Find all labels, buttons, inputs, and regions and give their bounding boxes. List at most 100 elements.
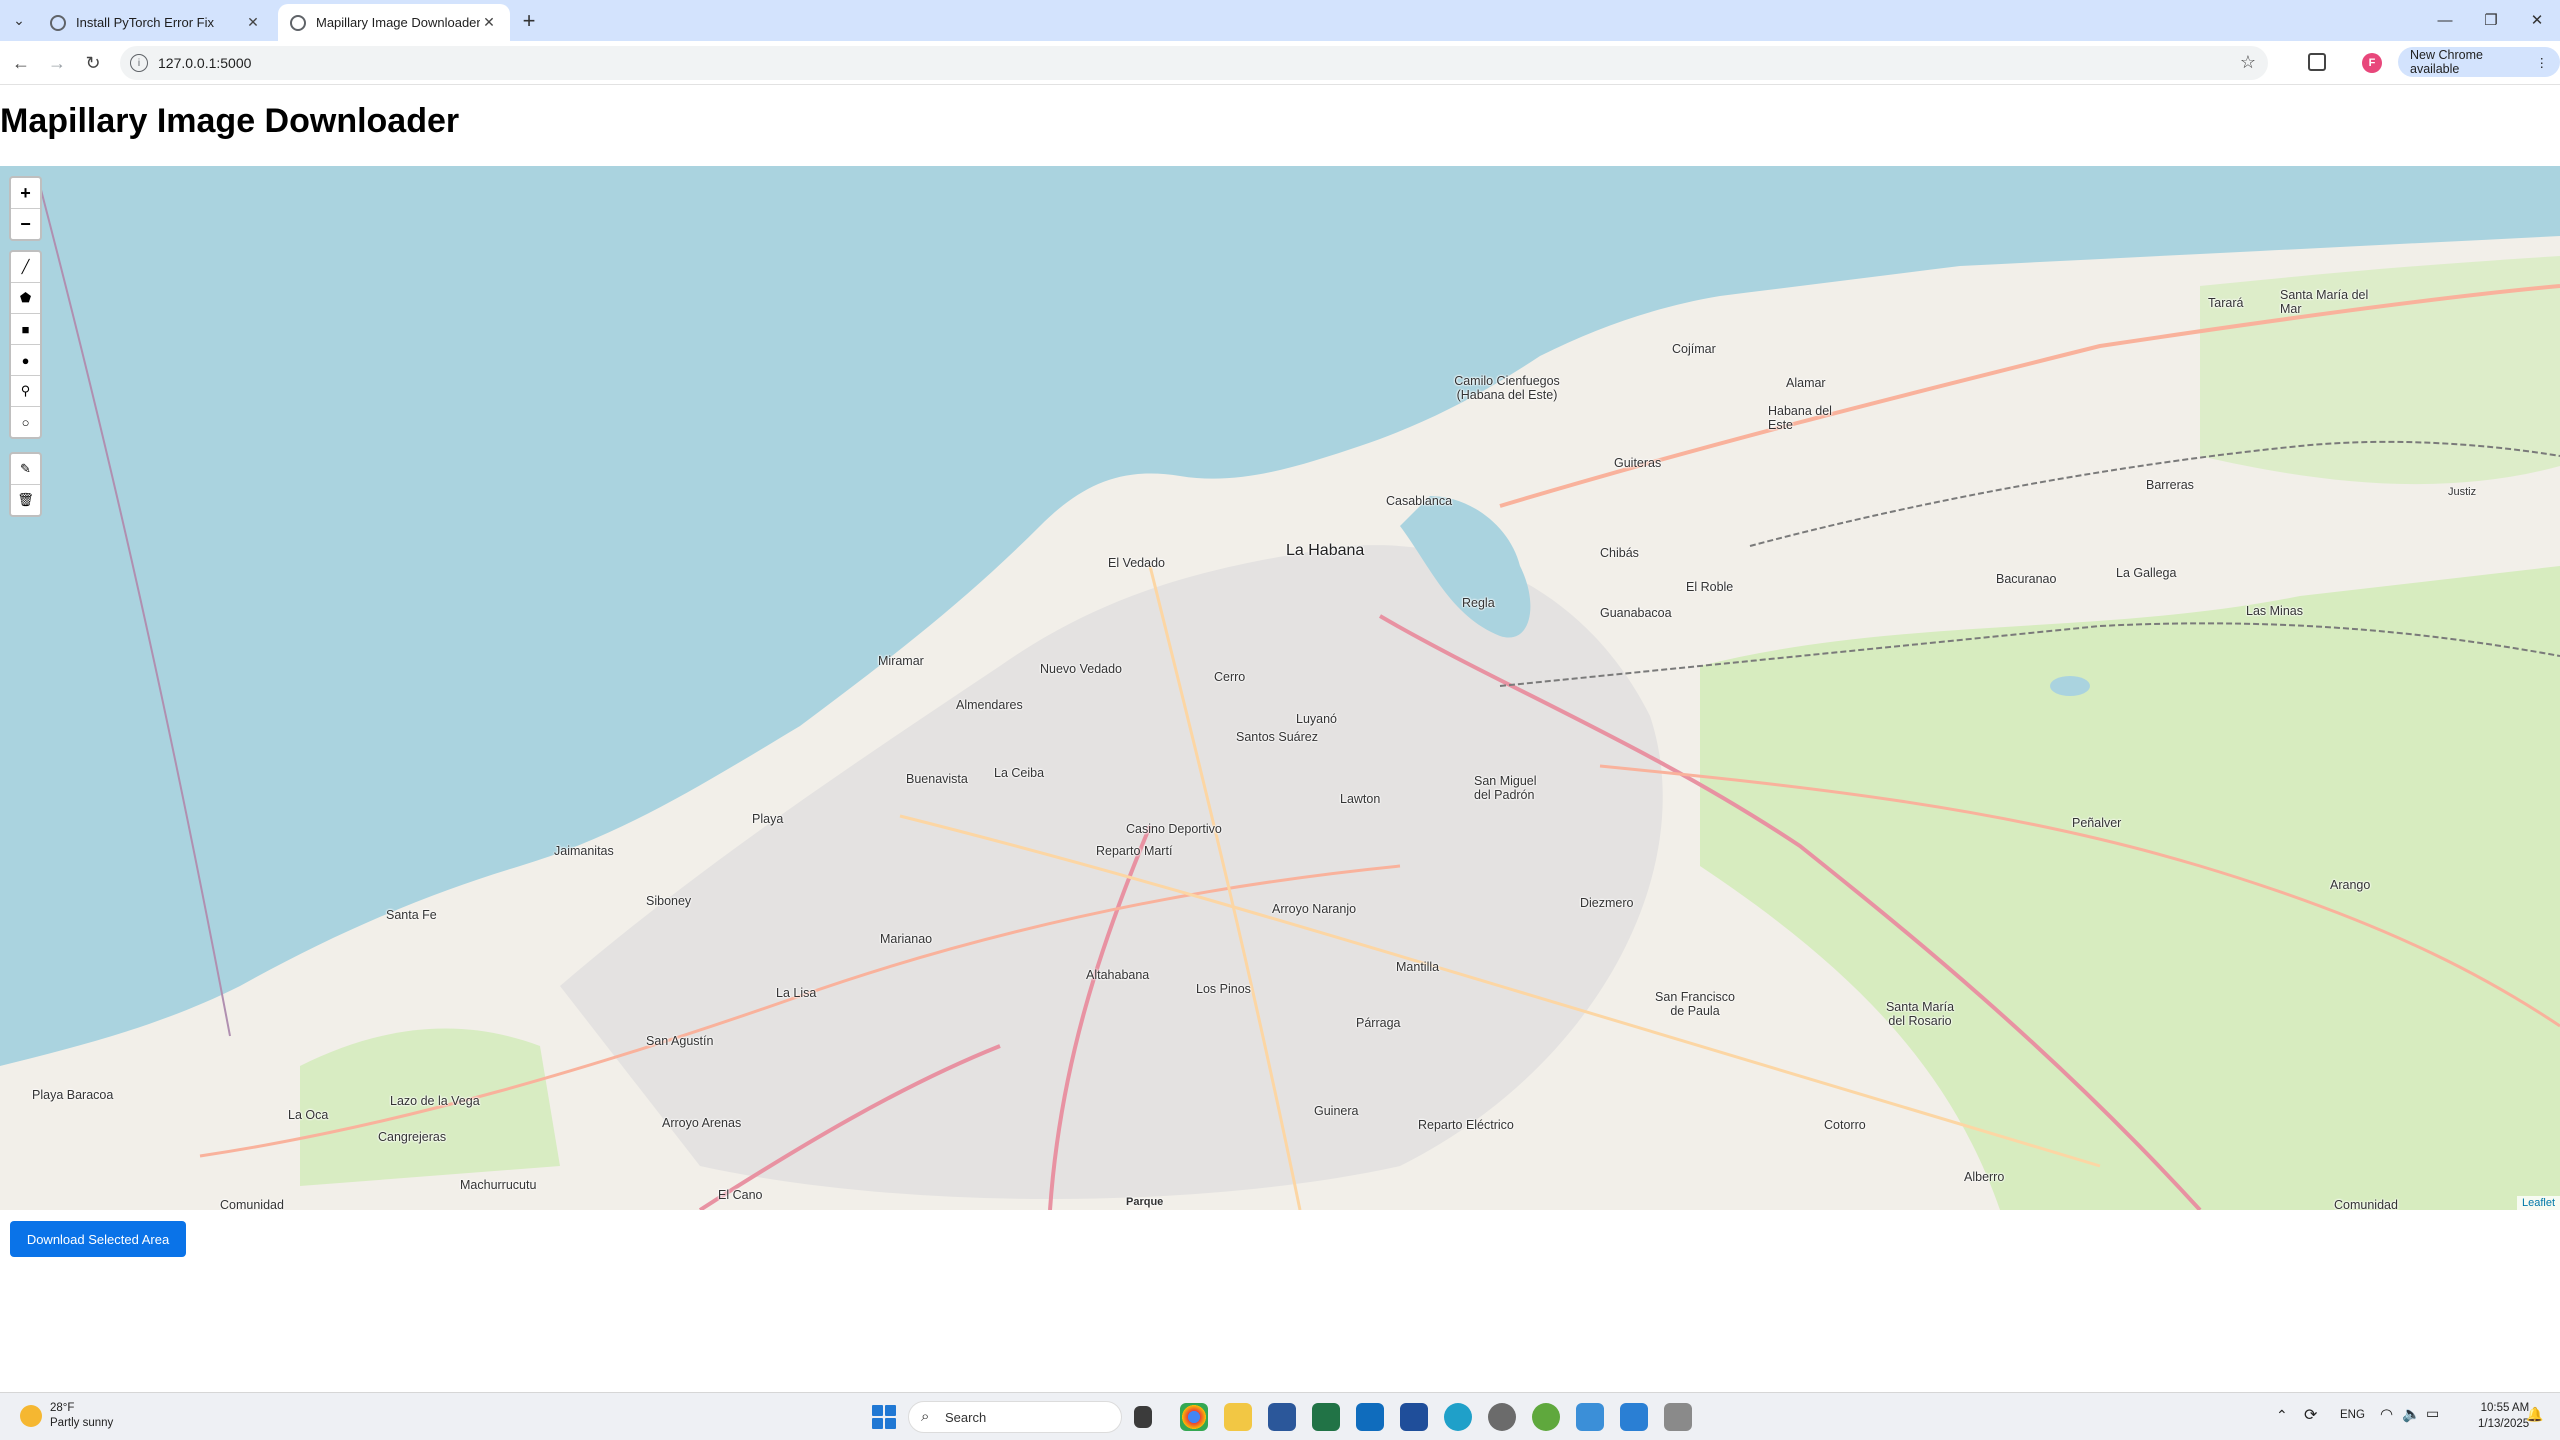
map-label-san-agustin: San Agustín (646, 1034, 714, 1048)
new-chrome-available-button[interactable]: New Chrome available ⋮ (2398, 47, 2560, 77)
tab-favicon-icon (50, 14, 66, 31)
store-icon[interactable] (1400, 1403, 1428, 1431)
draw-toolbar: ╱ ⬟ ■ ● ⚲ ○ (9, 250, 42, 439)
zoom-in-button[interactable]: + (11, 178, 40, 209)
notification-bell-icon[interactable]: 🔔 (2526, 1406, 2543, 1423)
minimize-icon[interactable]: — (2422, 6, 2468, 34)
tab-close-icon[interactable]: ✕ (244, 14, 262, 31)
tab-favicon-icon (290, 14, 306, 31)
circlemarker-icon[interactable]: ○ (11, 407, 40, 437)
task-view-icon[interactable] (1134, 1406, 1152, 1428)
map-label-tarara: Tarará (2208, 296, 2244, 310)
download-selected-area-button[interactable]: Download Selected Area (10, 1221, 186, 1257)
leaflet-map[interactable]: + − ╱ ⬟ ■ ● ⚲ ○ ✎ 🗑 La Habana El Vedado … (0, 166, 2560, 1210)
map-label-altahabana: Altahabana (1086, 968, 1150, 982)
tab-mapillary[interactable]: Mapillary Image Downloader ✕ (278, 4, 510, 41)
browser-toolbar: ← → ↻ i 127.0.0.1:5000 ☆ F New Chrome av… (0, 41, 2560, 85)
delete-layers-icon[interactable]: 🗑 (11, 485, 40, 515)
map-label-lazo-de-la-vega: Lazo de la Vega (390, 1094, 480, 1108)
file-explorer-icon[interactable] (1224, 1403, 1252, 1431)
edge-icon[interactable] (1444, 1403, 1472, 1431)
word-icon[interactable] (1268, 1403, 1296, 1431)
weather-desc: Partly sunny (50, 1417, 114, 1429)
map-label-chibas: Chibás (1600, 546, 1639, 560)
app-icon[interactable] (1576, 1403, 1604, 1431)
kebab-menu-icon[interactable]: ⋮ (2536, 55, 2549, 70)
site-info-icon[interactable]: i (130, 54, 148, 72)
map-label-guanabacoa: Guanabacoa (1600, 606, 1672, 620)
weather-widget[interactable]: 28°F Partly sunny (20, 1401, 113, 1431)
zoom-out-button[interactable]: − (11, 209, 40, 239)
map-label-marianao: Marianao (880, 932, 933, 946)
tab-close-icon[interactable]: ✕ (480, 14, 498, 31)
url-text[interactable]: 127.0.0.1:5000 (158, 55, 251, 71)
map-label-arroyo-naranjo: Arroyo Naranjo (1272, 902, 1357, 916)
forward-arrow-icon[interactable]: → (44, 50, 70, 76)
battery-icon[interactable]: ▭ (2426, 1405, 2439, 1422)
volume-icon[interactable]: 🔈 (2402, 1405, 2421, 1423)
tray-chevron-up-icon[interactable]: ⌃ (2276, 1407, 2288, 1424)
map-label-la-habana: La Habana (1286, 542, 1365, 559)
outlook-icon[interactable] (1356, 1403, 1384, 1431)
polygon-icon[interactable]: ⬟ (11, 283, 40, 314)
settings-gear-icon[interactable] (1488, 1403, 1516, 1431)
windows-start-icon[interactable] (872, 1405, 896, 1429)
taskbar-search[interactable]: ⌕ Search (908, 1401, 1122, 1433)
map-label-bacuranao: Bacuranao (1996, 572, 2057, 586)
map-label-arroyo-arenas: Arroyo Arenas (662, 1116, 742, 1130)
map-label-camilo-cienfuegos: Camilo Cienfuegos (Habana del Este) (1454, 374, 1560, 402)
map-label-el-cano: El Cano (718, 1188, 763, 1202)
back-arrow-icon[interactable]: ← (8, 50, 34, 76)
map-label-alamar: Alamar (1786, 376, 1826, 390)
map-label-habana-del-este: Habana del Este (1768, 404, 1832, 432)
restore-icon[interactable]: ❐ (2468, 6, 2514, 34)
reload-icon[interactable]: ↻ (80, 50, 106, 76)
map-label-parraga: Párraga (1356, 1016, 1401, 1030)
map-label-los-pinos: Los Pinos (1196, 982, 1251, 996)
map-label-la-ceiba: La Ceiba (994, 766, 1045, 780)
map-label-el-roble: El Roble (1686, 580, 1734, 594)
vscode-icon[interactable] (1620, 1403, 1648, 1431)
extensions-icon[interactable] (2308, 53, 2326, 71)
map-label-almendares: Almendares (956, 698, 1023, 712)
map-label-cojimar: Cojímar (1672, 342, 1716, 356)
marker-icon[interactable]: ⚲ (11, 376, 40, 407)
bookmark-star-icon[interactable]: ☆ (2240, 52, 2256, 73)
map-label-buenavista: Buenavista (906, 772, 968, 786)
chrome-icon[interactable] (1180, 1403, 1208, 1431)
map-label-guinera: Guinera (1314, 1104, 1359, 1118)
leaflet-attribution-link[interactable]: Leaflet (2516, 1196, 2560, 1210)
address-bar[interactable]: i 127.0.0.1:5000 ☆ (120, 46, 2268, 80)
sync-icon[interactable]: ⟳ (2304, 1405, 2317, 1425)
map-label-arango: Arango (2330, 878, 2371, 892)
clock[interactable]: 10:55 AM 1/13/2025 (2478, 1400, 2529, 1432)
database-icon[interactable] (1664, 1403, 1692, 1431)
tab-search-chevron-icon[interactable]: ⌄ (8, 9, 30, 31)
map-label-nuevo-vedado: Nuevo Vedado (1040, 662, 1123, 676)
map-label-justiz: Justiz (2448, 486, 2477, 498)
edit-layers-icon[interactable]: ✎ (11, 454, 40, 485)
window-close-icon[interactable]: ✕ (2514, 6, 2560, 34)
wifi-icon[interactable]: ◠ (2380, 1405, 2393, 1423)
map-label-playa-baracoa: Playa Baracoa (32, 1088, 114, 1102)
tab-install-pytorch[interactable]: Install PyTorch Error Fix ✕ (38, 4, 274, 41)
map-label-guiteras: Guiteras (1614, 456, 1662, 470)
map-label-la-lisa: La Lisa (776, 986, 817, 1000)
new-tab-plus-icon[interactable]: + (516, 8, 542, 34)
language-indicator[interactable]: ENG (2340, 1409, 2365, 1421)
map-label-diezmero: Diezmero (1580, 896, 1634, 910)
map-label-cerro: Cerro (1214, 670, 1246, 684)
map-tiles[interactable] (0, 166, 2560, 1210)
qgis-icon[interactable] (1532, 1403, 1560, 1431)
circle-icon[interactable]: ● (11, 345, 40, 376)
map-label-mantilla: Mantilla (1396, 960, 1440, 974)
excel-icon[interactable] (1312, 1403, 1340, 1431)
map-label-reparto-electrico: Reparto Eléctrico (1418, 1118, 1514, 1132)
weather-temp: 28°F (50, 1402, 75, 1414)
profile-avatar[interactable]: F (2362, 53, 2382, 73)
map-label-santos-suarez: Santos Suárez (1236, 730, 1318, 744)
map-label-comunidad: Comunidad (220, 1198, 284, 1210)
rectangle-icon[interactable]: ■ (11, 314, 40, 345)
map-label-reparto-marti: Reparto Martí (1096, 844, 1173, 858)
polyline-icon[interactable]: ╱ (11, 252, 40, 283)
